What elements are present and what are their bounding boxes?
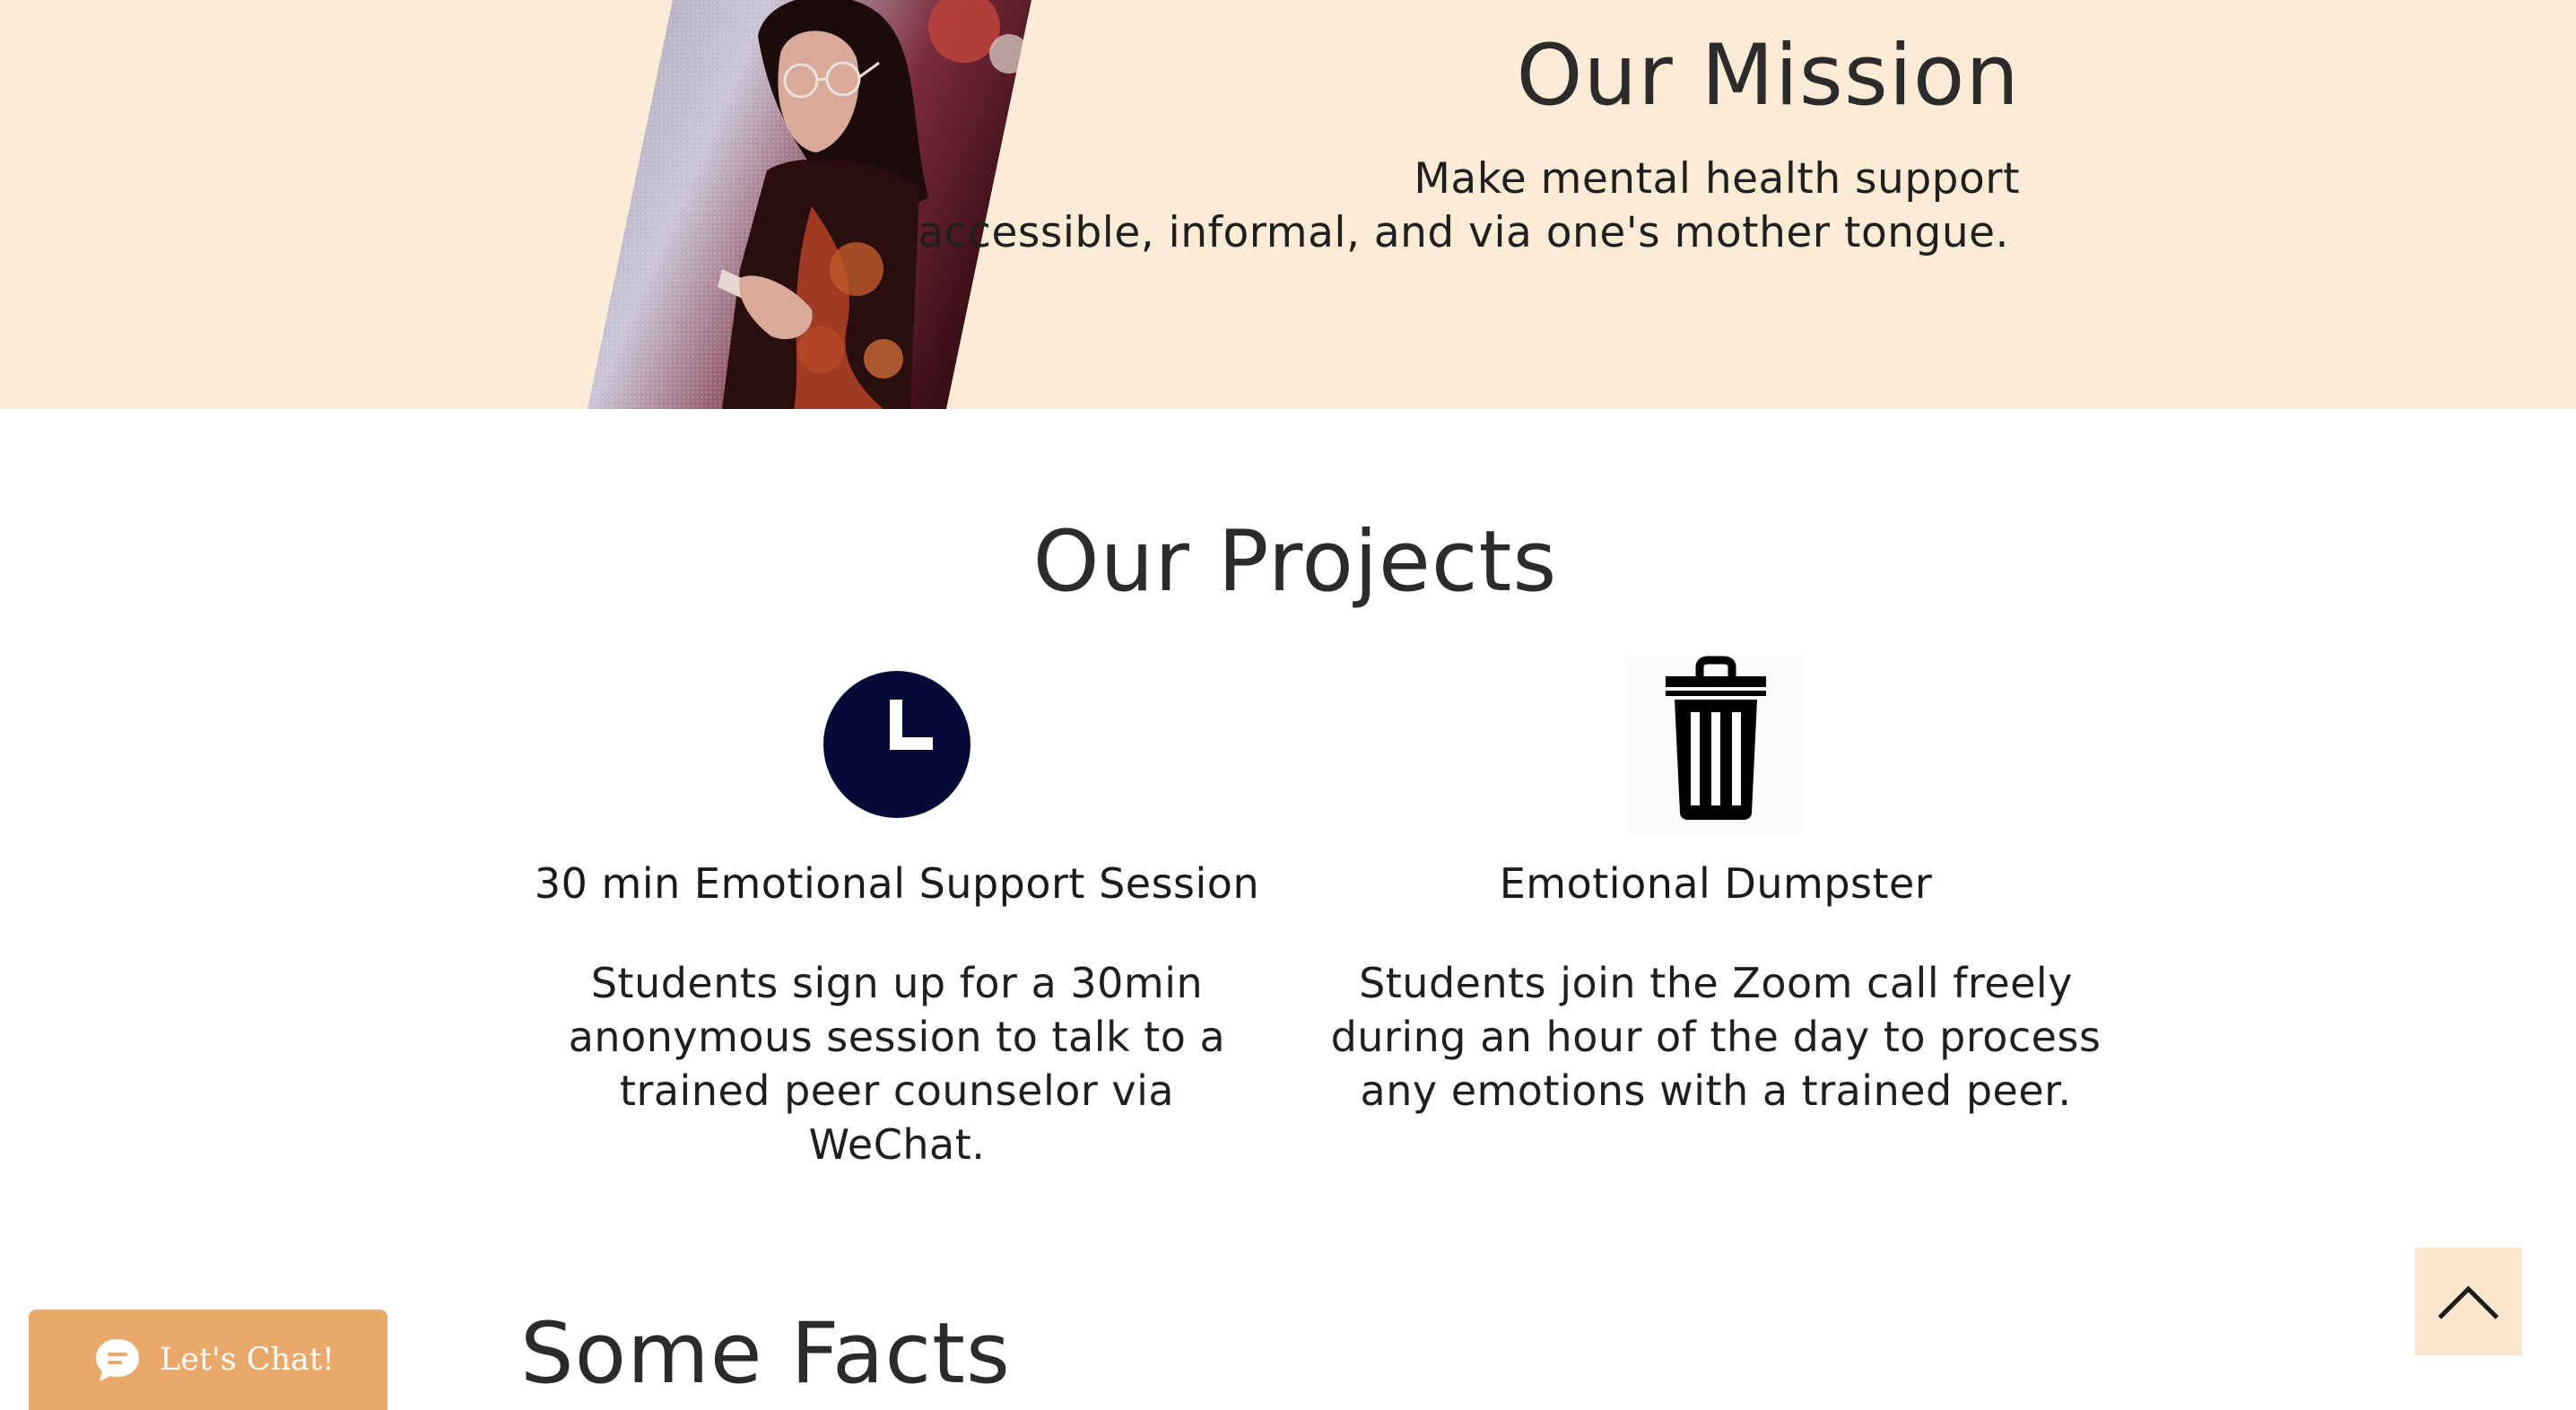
mission-section: Our Mission Make mental health support a… (0, 0, 2576, 409)
page: Our Mission Make mental health support a… (0, 0, 2576, 1410)
projects-title: Our Projects (1032, 513, 1558, 611)
facts-title: Some Facts (520, 1305, 1012, 1403)
back-to-top-button[interactable] (2415, 1248, 2522, 1355)
project-heading: 30 min Emotional Support Session (534, 859, 1260, 908)
chat-button-label: Let's Chat! (160, 1342, 335, 1378)
chat-button[interactable]: Let's Chat! (29, 1310, 387, 1410)
project-card-emotional-dumpster: Emotional Dumpster Students join the Zoo… (1303, 655, 2128, 1118)
project-description: Students sign up for a 30min anonymous s… (568, 959, 1226, 1169)
trash-icon (1626, 655, 1806, 834)
mission-photo (587, 0, 1031, 409)
clock-icon (823, 671, 970, 818)
project-card-support-session: 30 min Emotional Support Session Student… (484, 664, 1310, 1171)
mission-text-line-1: Make mental health support (1414, 154, 2020, 204)
mission-text-line-2: accessible, informal, and via one's moth… (918, 208, 2009, 257)
project-description: Students join the Zoom call freely durin… (1330, 959, 2102, 1115)
project-icon-container (1303, 655, 2128, 834)
project-heading: Emotional Dumpster (1499, 859, 1933, 908)
chat-bubble-icon (96, 1339, 139, 1381)
mission-title: Our Mission (1516, 27, 2020, 125)
chevron-up-icon (2438, 1285, 2499, 1319)
project-icon-container (484, 664, 1310, 825)
